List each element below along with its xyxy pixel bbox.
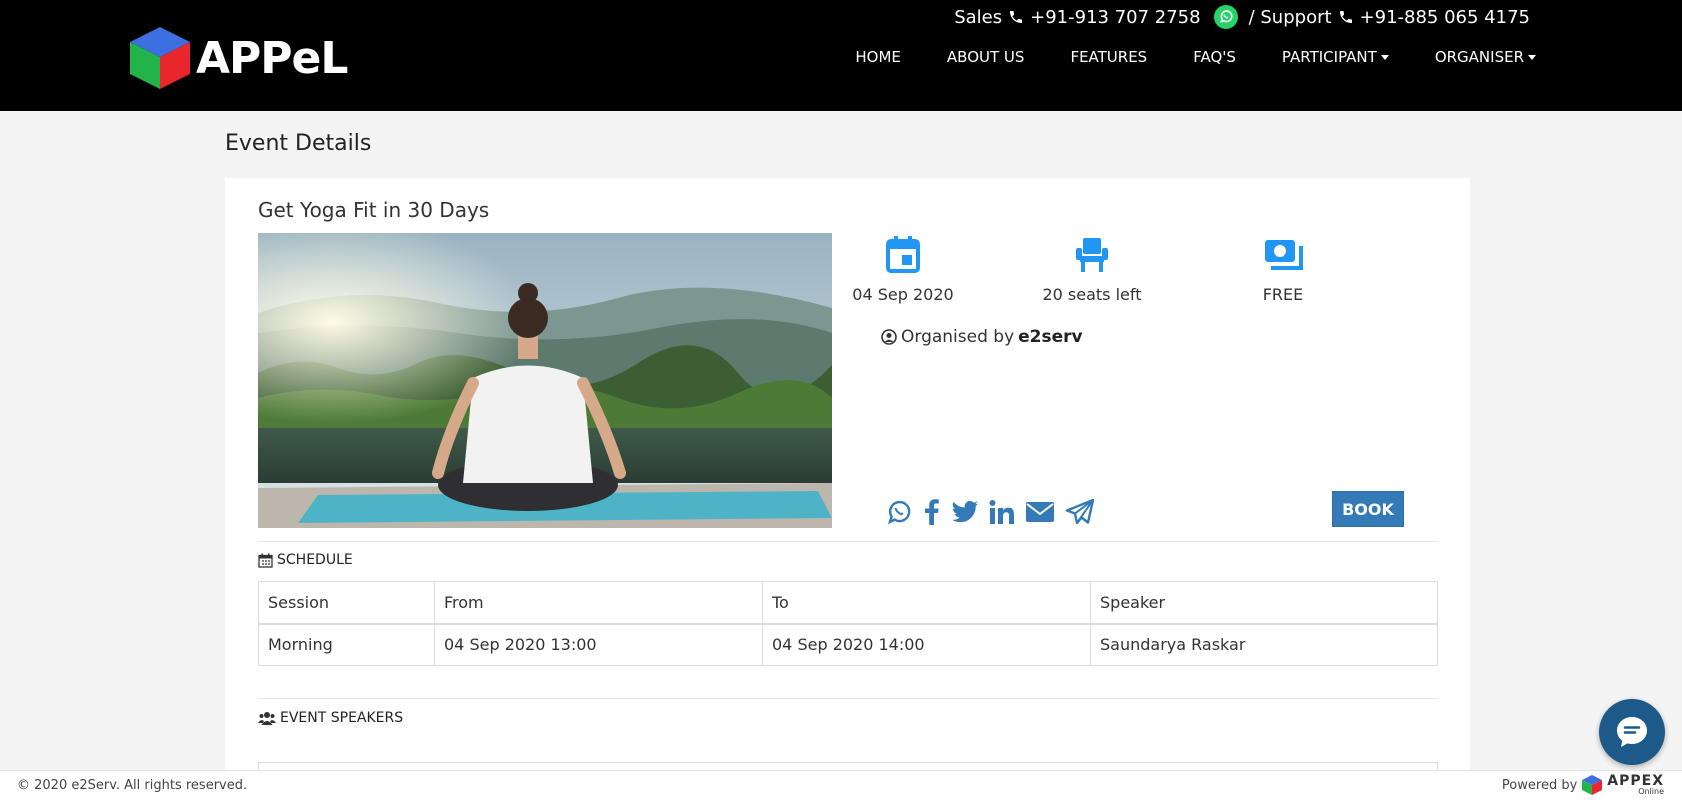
calendar-icon (803, 233, 1003, 275)
table-cell: 04 Sep 2020 14:00 (762, 623, 1091, 666)
sales-label: Sales (954, 6, 1003, 28)
chat-bubble-icon (1617, 717, 1647, 747)
column-header: Session (258, 581, 435, 625)
divider (258, 698, 1438, 699)
contact-bar: Sales +91-913 707 2758 / Support +91-885… (954, 4, 1530, 30)
nav-label: FAQ'S (1193, 48, 1236, 66)
share-buttons (885, 498, 1095, 526)
organised-by-label: Organised by (901, 327, 1015, 347)
main-nav: HOME ABOUT US FEATURES FAQ'S PARTICIPANT… (855, 48, 1536, 66)
caret-down-icon (1528, 54, 1536, 60)
facebook-icon[interactable] (923, 498, 941, 526)
page-title: Event Details (225, 131, 372, 156)
table-header-row: Session From To Speaker (258, 581, 1438, 625)
table-cell: Morning (258, 623, 435, 666)
nav-participant-dropdown[interactable]: PARTICIPANT (1282, 48, 1389, 66)
caret-down-icon (1380, 54, 1389, 60)
nav-about-us[interactable]: ABOUT US (947, 48, 1025, 66)
table-cell: 04 Sep 2020 13:00 (434, 623, 763, 666)
event-price: FREE (1262, 285, 1304, 304)
appex-logo-icon (1582, 775, 1603, 795)
cube-logo-icon (130, 27, 190, 89)
appex-brand: APPEX Online (1607, 774, 1664, 796)
event-date-info: 04 Sep 2020 (803, 233, 1003, 304)
phone-icon (1008, 9, 1024, 25)
nav-features[interactable]: FEATURES (1070, 48, 1147, 66)
envelope-icon[interactable] (1025, 500, 1055, 524)
speakers-heading: EVENT SPEAKERS (258, 710, 403, 726)
divider (258, 541, 1438, 542)
seat-icon (992, 233, 1192, 275)
powered-by-label: Powered by (1501, 777, 1578, 793)
user-circle-icon (881, 329, 897, 345)
linkedin-icon[interactable] (989, 499, 1015, 525)
nav-label: PARTICIPANT (1281, 48, 1377, 66)
sales-phone[interactable]: +91-913 707 2758 (1030, 7, 1200, 28)
schedule-table: Session From To Speaker Morning 04 Sep 2… (258, 581, 1438, 666)
event-title: Get Yoga Fit in 30 Days (258, 198, 490, 222)
nav-label: ABOUT US (946, 48, 1025, 66)
calendar-icon (258, 553, 273, 568)
nav-label: ORGANISER (1434, 48, 1524, 66)
site-header: APPeL Sales +91-913 707 2758 / Support +… (0, 0, 1682, 111)
column-header: To (762, 581, 1091, 625)
money-icon (1183, 233, 1383, 275)
column-header: From (434, 581, 763, 625)
event-date: 04 Sep 2020 (852, 285, 954, 304)
nav-organiser-dropdown[interactable]: ORGANISER (1435, 48, 1536, 66)
copyright-text: © 2020 e2Serv. All rights reserved. (17, 778, 248, 793)
event-price-info: FREE (1183, 233, 1383, 304)
twitter-icon[interactable] (951, 499, 979, 525)
column-header: Speaker (1090, 581, 1438, 625)
nav-label: FEATURES (1070, 48, 1148, 66)
chat-widget-button[interactable] (1599, 699, 1665, 765)
whatsapp-icon[interactable] (1213, 4, 1239, 30)
table-cell: Saundarya Raskar (1090, 623, 1438, 666)
event-card: Get Yoga Fit in 30 Days 04 Sep 2020 20 s… (225, 178, 1470, 782)
event-seats-info: 20 seats left (992, 233, 1192, 304)
speakers-heading-label: EVENT SPEAKERS (280, 710, 404, 726)
support-label: / Support (1248, 6, 1332, 28)
schedule-heading-label: SCHEDULE (277, 552, 353, 568)
nav-faqs[interactable]: FAQ'S (1193, 48, 1236, 66)
logo-text: APPeL (196, 32, 348, 84)
table-row: Morning 04 Sep 2020 13:00 04 Sep 2020 14… (258, 623, 1438, 666)
schedule-heading: SCHEDULE (258, 552, 353, 568)
seats-left: 20 seats left (1042, 285, 1142, 304)
organiser-name[interactable]: e2serv (1018, 327, 1082, 347)
support-phone[interactable]: +91-885 065 4175 (1360, 7, 1530, 28)
whatsapp-icon[interactable] (885, 498, 913, 526)
book-button[interactable]: BOOK (1332, 491, 1404, 527)
site-footer: © 2020 e2Serv. All rights reserved. Powe… (0, 770, 1682, 800)
telegram-icon[interactable] (1065, 498, 1095, 526)
organiser-info: Organised by e2serv (881, 327, 1083, 347)
nav-label: HOME (855, 48, 901, 66)
site-logo[interactable]: APPeL (128, 25, 348, 91)
appex-brand-sub: Online (1638, 787, 1664, 796)
nav-home[interactable]: HOME (855, 48, 901, 66)
powered-by[interactable]: Powered by APPEX Online (1502, 774, 1664, 796)
phone-icon (1338, 9, 1354, 25)
users-icon (258, 711, 276, 726)
event-image (258, 233, 832, 528)
